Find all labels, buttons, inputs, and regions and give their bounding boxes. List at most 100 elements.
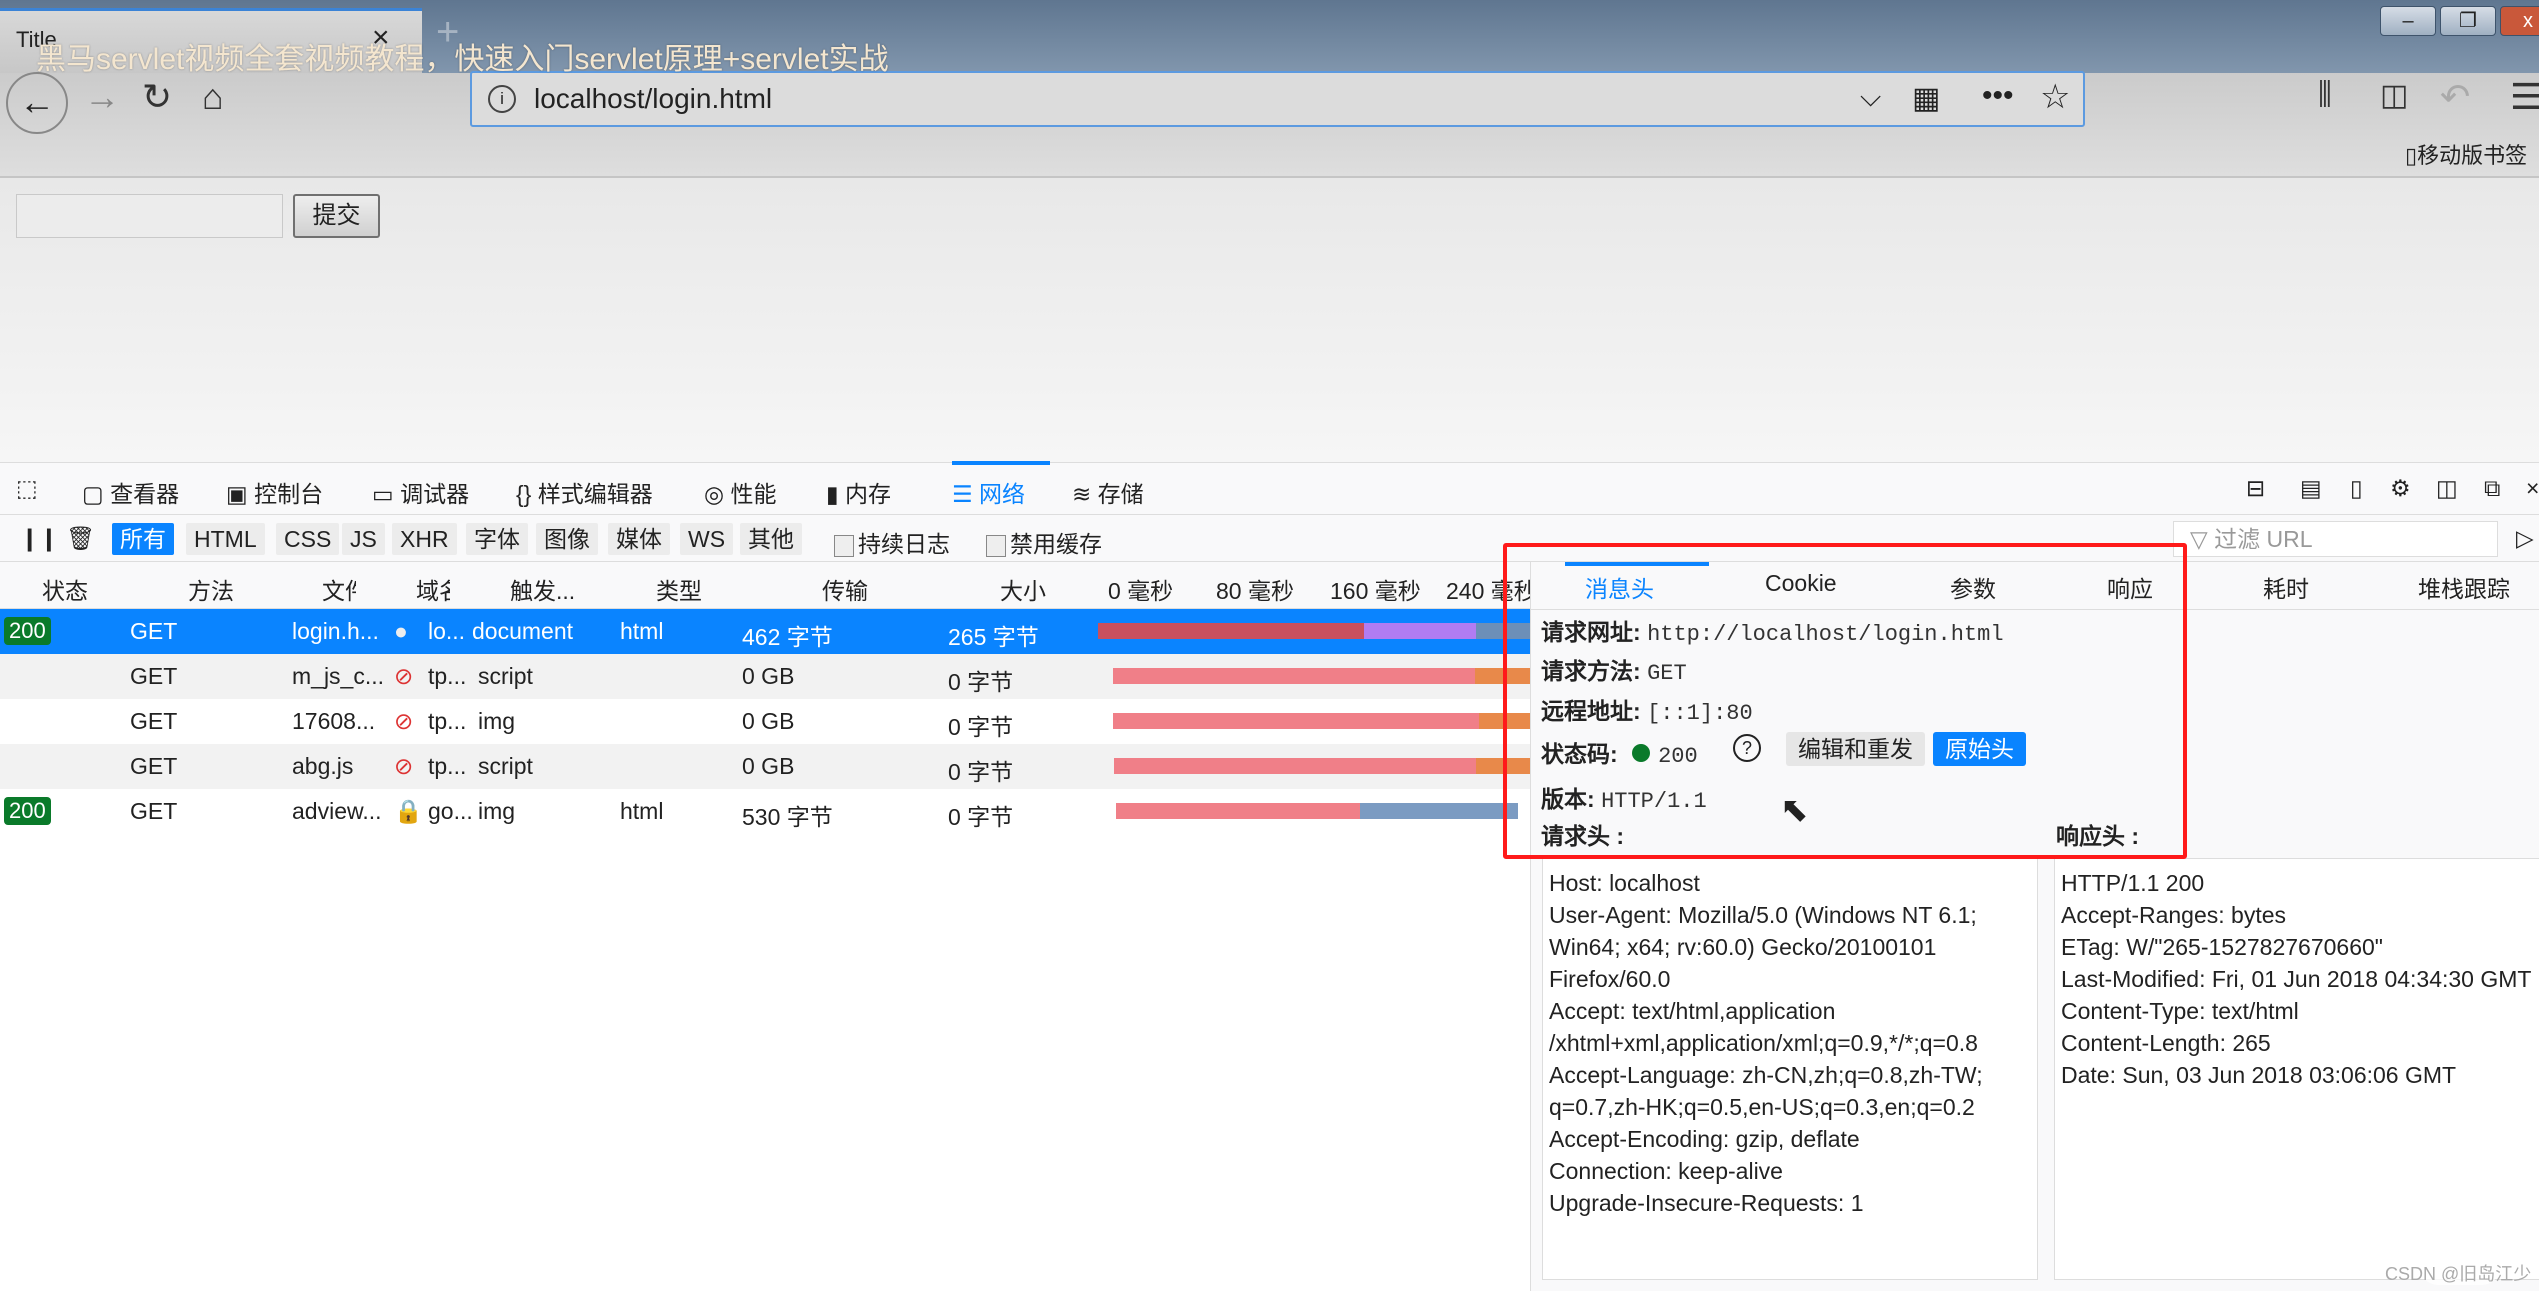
chevron-down-icon[interactable]: ⌵	[1860, 81, 1881, 114]
pause-icon[interactable]: ❙❙	[20, 525, 59, 552]
timing-bar	[1113, 713, 1479, 729]
method: GET	[130, 708, 178, 734]
filter-html[interactable]: HTML	[186, 523, 265, 555]
header-line: Accept-Ranges: bytes	[2061, 902, 2287, 928]
mouse-cursor-icon: ⬉	[1780, 791, 1809, 829]
col-status[interactable]: 状态	[42, 572, 88, 606]
filter-xhr[interactable]: XHR	[392, 523, 457, 555]
filter-ws[interactable]: WS	[680, 523, 734, 555]
tab-debugger[interactable]: ▭ 调试器	[372, 475, 469, 509]
mobile-bookmarks[interactable]: ▯移动版书签	[2405, 138, 2527, 170]
reload-icon[interactable]: ↻	[142, 76, 172, 118]
url-bar[interactable]: i localhost/login.html ⌵ ▦ ••• ☆	[470, 71, 2085, 127]
detail-tab-headers[interactable]: 消息头	[1585, 570, 1654, 604]
detail-tab-stack-trace[interactable]: 堆栈跟踪	[2418, 570, 2510, 604]
header-line: HTTP/1.1 200	[2061, 870, 2205, 896]
detail-tab-response[interactable]: 响应	[2107, 570, 2153, 604]
tab-performance[interactable]: ◎ 性能	[704, 475, 776, 509]
raw-request-headers[interactable]: Host: localhost User-Agent: Mozilla/5.0 (…	[1542, 858, 2038, 1280]
persist-log-checkbox[interactable]: 持续日志	[834, 525, 950, 559]
submit-button[interactable]: 提交	[293, 194, 380, 238]
menu-icon[interactable]: ☰	[2510, 76, 2539, 118]
tab-memory[interactable]: ▮ 内存	[826, 475, 891, 509]
disable-cache-checkbox[interactable]: 禁用缓存	[986, 525, 1102, 559]
layout-icon[interactable]: ⊟	[2246, 475, 2265, 502]
request-row[interactable]: GET 17608... ⊘ tp... img 0 GB 0 字节	[0, 699, 1530, 744]
tracking-protection-icon: ⊘	[394, 663, 414, 689]
col-transferred[interactable]: 传输	[822, 572, 868, 606]
tab-style-editor[interactable]: {} 样式编辑器	[516, 475, 653, 509]
transferred: 0 GB	[742, 708, 795, 734]
more-icon[interactable]: •••	[1982, 79, 2014, 113]
header-line: Firefox/60.0	[1549, 966, 1671, 992]
tab-label: 控制台	[254, 481, 324, 507]
timing-bar	[1479, 713, 1530, 729]
filter-bar: ❙❙ 🗑 所有 HTML CSS JS XHR 字体 图像 媒体 WS 其他 持…	[0, 515, 2539, 562]
cause: img	[478, 708, 516, 734]
tab-label: 网络	[979, 481, 1026, 507]
filter-css[interactable]: CSS	[276, 523, 340, 555]
star-icon[interactable]: ☆	[2040, 77, 2070, 117]
forward-icon[interactable]: →	[84, 76, 120, 118]
tab-storage[interactable]: ≋ 存储	[1072, 475, 1144, 509]
col-size[interactable]: 大小	[1000, 572, 1046, 606]
tab-inspector[interactable]: ▢ 查看器	[82, 475, 179, 509]
disable-cache-label: 禁用缓存	[1010, 531, 1102, 557]
header-line: Content-Type: text/html	[2061, 998, 2299, 1024]
trash-icon[interactable]: 🗑	[66, 525, 95, 552]
label: 版本:	[1541, 786, 1595, 812]
method: GET	[130, 618, 178, 644]
back-icon[interactable]: ←	[6, 72, 68, 134]
tab-label: 性能	[730, 481, 777, 507]
request-row[interactable]: 200 GET adview... 🔒 go... img html 530 字节 0 字节	[0, 789, 1530, 834]
col-file[interactable]: 文件	[322, 572, 356, 606]
tab-console[interactable]: ▣ 控制台	[226, 475, 323, 509]
filter-fonts[interactable]: 字体	[466, 523, 528, 555]
remote-address: [::1]:80	[1647, 701, 1753, 726]
qr-code-icon[interactable]: ▦	[1912, 81, 1940, 116]
method: GET	[130, 663, 178, 689]
close-window-button[interactable]: x	[2500, 6, 2539, 36]
col-cause[interactable]: 触发...	[510, 572, 575, 606]
info-icon[interactable]: i	[488, 85, 516, 113]
edit-resend-button[interactable]: 编辑和重发	[1786, 732, 1925, 766]
close-icon[interactable]: ×	[2526, 475, 2539, 502]
filter-images[interactable]: 图像	[536, 523, 598, 555]
help-icon[interactable]: ?	[1733, 734, 1761, 762]
undo-icon[interactable]: ↶	[2440, 76, 2470, 118]
detail-tab-cookie[interactable]: Cookie	[1765, 570, 1837, 597]
home-icon[interactable]: ⌂	[202, 76, 224, 118]
request-row[interactable]: 200 GET login.h... ● lo... document html 462 字节…	[0, 609, 1530, 654]
filter-js[interactable]: JS	[342, 523, 385, 555]
element-picker-icon[interactable]: ⬚	[16, 475, 38, 502]
filter-url-input[interactable]: ▽ 过滤 URL	[2173, 521, 2498, 557]
sidebar-icon[interactable]: ◫	[2380, 78, 2408, 113]
tab-network[interactable]: ☰ 网络	[952, 475, 1025, 509]
filter-media[interactable]: 媒体	[608, 523, 670, 555]
request-row[interactable]: GET m_js_c... ⊘ tp... script 0 GB 0 字节	[0, 654, 1530, 699]
detail-tab-params[interactable]: 参数	[1950, 570, 1996, 604]
minimize-button[interactable]: –	[2380, 6, 2436, 36]
filter-all[interactable]: 所有	[112, 523, 174, 555]
restore-button[interactable]: ❐	[2440, 6, 2496, 36]
text-input[interactable]	[16, 194, 283, 238]
url-text[interactable]: localhost/login.html	[534, 83, 772, 115]
timing-bar	[1116, 803, 1360, 819]
dock-side-icon[interactable]: ◫	[2436, 475, 2458, 502]
raw-headers-button[interactable]: 原始头	[1933, 732, 2026, 766]
detail-tab-timings[interactable]: 耗时	[2263, 570, 2309, 604]
persist-log-label: 持续日志	[858, 531, 950, 557]
responsive-mode-icon[interactable]: ▯	[2350, 475, 2363, 502]
split-console-icon[interactable]: ▤	[2300, 475, 2322, 502]
col-domain[interactable]: 域名	[416, 572, 450, 606]
separate-window-icon[interactable]: ⧉	[2484, 475, 2500, 502]
library-icon[interactable]: ⫼	[2318, 78, 2332, 112]
request-row[interactable]: GET abg.js ⊘ tp... script 0 GB 0 字节	[0, 744, 1530, 789]
toggle-panel-icon[interactable]: ▷	[2516, 525, 2534, 552]
label: 请求网址:	[1541, 619, 1641, 645]
col-method[interactable]: 方法	[188, 572, 234, 606]
col-type[interactable]: 类型	[656, 572, 702, 606]
filter-other[interactable]: 其他	[740, 523, 802, 555]
gear-icon[interactable]: ⚙	[2390, 475, 2411, 502]
header-line: Last-Modified: Fri, 01 Jun 2018 04:34:30…	[2061, 966, 2532, 992]
